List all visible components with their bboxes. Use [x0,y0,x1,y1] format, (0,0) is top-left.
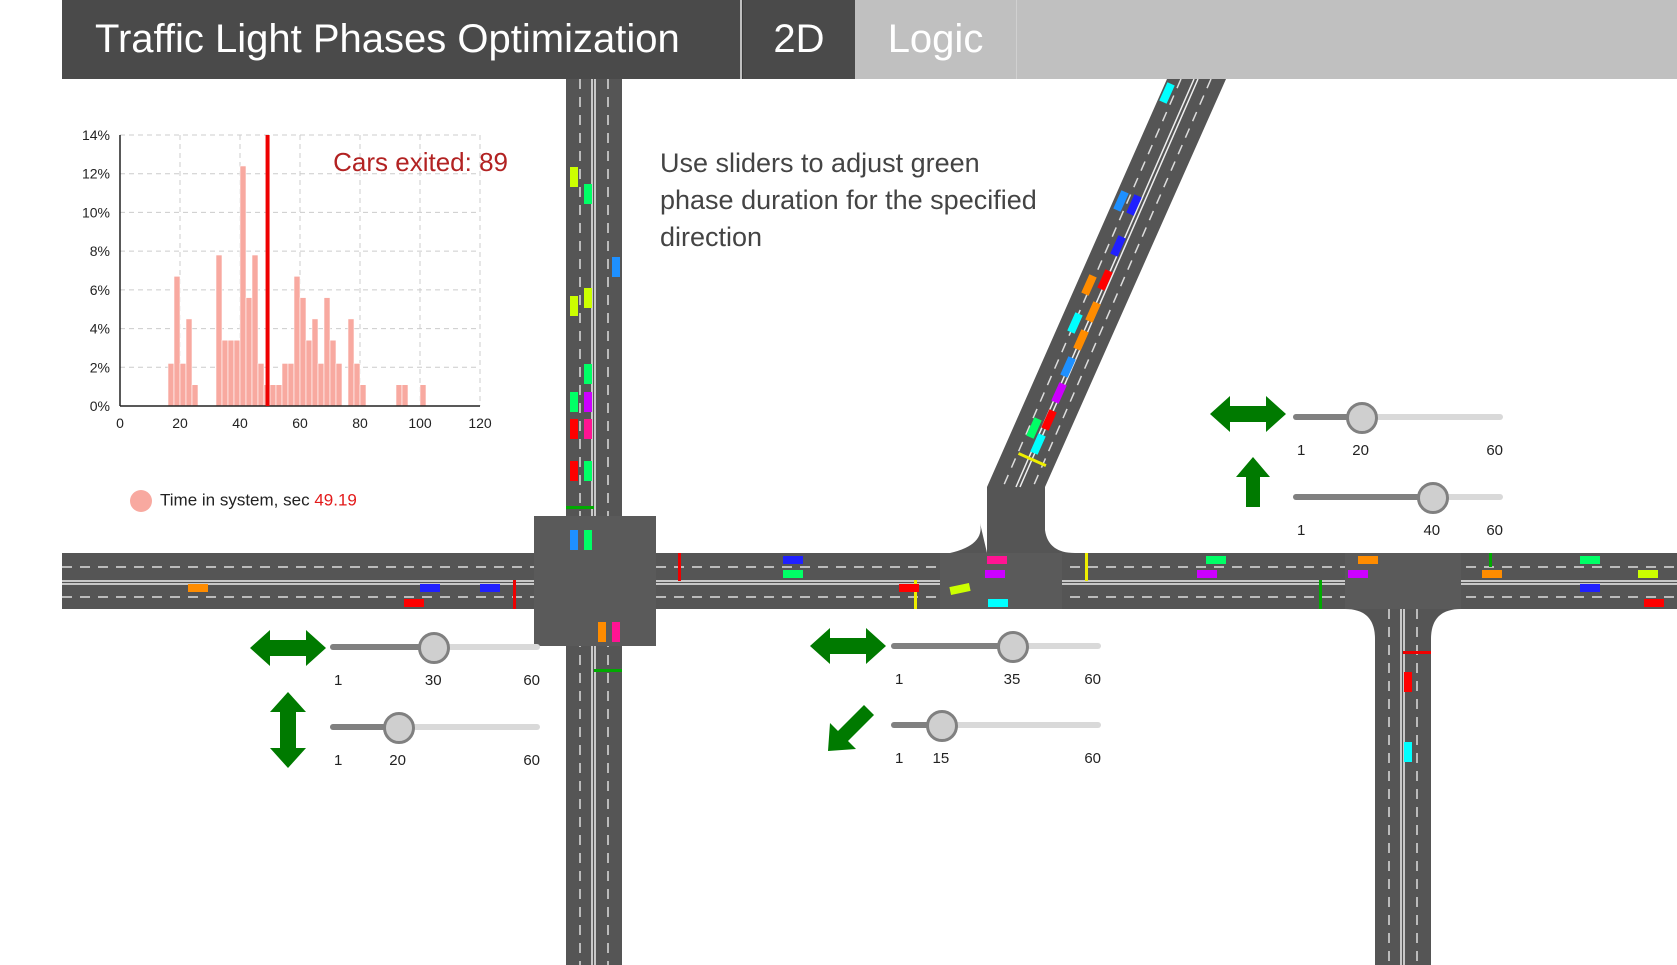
histogram-bar [317,363,325,407]
y-tick-label: 12% [82,166,110,182]
y-tick-label: 0% [90,398,110,414]
x-tick-label: 20 [172,415,188,431]
middle-horizontal-phase-slider[interactable]: 1 35 60 [891,631,1101,693]
y-tick-label: 14% [82,127,110,143]
slider-value-label: 35 [1003,671,1021,688]
histogram-bar [233,339,241,407]
slider-value-label: 40 [1423,522,1441,539]
chart-legend: Time in system, sec 49.19 [130,490,357,512]
legend-value: 49.19 [314,490,357,510]
middle-diagonal-phase-slider[interactable]: 1 15 60 [891,710,1101,772]
instructions-text: Use sliders to adjust green phase durati… [660,148,1037,252]
slider-value-label: 15 [932,750,950,767]
slider-fill [891,643,1013,649]
slider-min-label: 1 [1297,522,1306,539]
histogram-bar [269,384,277,407]
y-tick-label: 6% [90,282,110,298]
x-tick-label: 40 [232,415,248,431]
slider-thumb[interactable] [997,631,1030,663]
slider-value-label: 30 [424,672,442,689]
histogram-bar [323,297,331,407]
histogram-bar [251,254,259,407]
right-vertical-road [1375,609,1431,965]
histogram-bar [275,384,283,407]
left-horizontal-phase-slider[interactable]: 1 30 60 [330,632,540,694]
histogram-bar [167,363,175,407]
histogram-bar [173,276,181,407]
histogram-bar [245,297,253,407]
y-tick-label: 4% [90,321,110,337]
slider-thumb[interactable] [1345,402,1378,434]
histogram-bar [329,339,337,407]
slider-thumb[interactable] [1416,482,1449,514]
histogram-bar [335,363,343,407]
slider-min-label: 1 [334,752,343,769]
slider-thumb[interactable] [418,632,451,664]
legend-label: Time in system, sec [160,490,310,510]
histogram-bar [305,339,313,407]
histogram-bar [299,297,307,407]
slider-min-label: 1 [1297,442,1306,459]
slider-thumb[interactable] [382,712,415,744]
time-in-system-histogram: 0% 2% 4% 6% 8% 10% 12% 14% 0 20 40 60 80 100 120 Cars … [82,127,508,431]
histogram-bar [293,276,301,407]
right-up-phase-slider[interactable]: 1 40 60 [1293,482,1503,544]
slider-max-label: 60 [523,672,540,689]
histogram-bar [185,318,193,407]
chart-bars [167,165,427,407]
horizontal-double-arrow-icon [1210,396,1286,432]
x-tick-label: 120 [468,415,492,431]
slider-min-label: 1 [895,750,904,767]
down-left-arrow-icon [828,705,874,751]
histogram-bar [215,254,223,407]
histogram-bar [401,384,409,407]
slider-thumb[interactable] [925,710,958,742]
histogram-bar [353,363,361,407]
legend-swatch [130,490,152,512]
histogram-bar [281,363,289,407]
histogram-bar [257,363,265,407]
histogram-bar [287,363,295,407]
slider-value-label: 20 [389,752,406,769]
up-arrow-icon [1236,457,1270,507]
histogram-bar [311,318,319,407]
horizontal-double-arrow-icon [810,628,886,664]
x-tick-label: 60 [292,415,308,431]
histogram-bar [227,339,235,407]
histogram-bar [347,318,355,407]
x-tick-label: 100 [408,415,432,431]
x-tick-label: 80 [352,415,368,431]
slider-max-label: 60 [1486,442,1503,459]
slider-value-label: 20 [1352,442,1369,459]
histogram-bar [239,165,247,407]
horizontal-double-arrow-icon [250,630,326,666]
slider-min-label: 1 [895,671,904,688]
slider-max-label: 60 [1084,750,1101,767]
histogram-bar [179,363,187,407]
y-tick-label: 2% [90,359,110,375]
right-horizontal-phase-slider[interactable]: 1 20 60 [1293,402,1503,464]
cars-exited-label: Cars exited: 89 [333,147,508,177]
histogram-bar [419,384,427,407]
x-tick-label: 0 [116,415,124,431]
histogram-bar [191,384,199,407]
y-tick-label: 8% [90,243,110,259]
slider-max-label: 60 [1486,522,1503,539]
slider-max-label: 60 [1084,671,1101,688]
histogram-bar [359,384,367,407]
histogram-bar [395,384,403,407]
slider-max-label: 60 [523,752,540,769]
left-vertical-phase-slider[interactable]: 1 20 60 [330,712,540,774]
vertical-double-arrow-icon [270,692,306,768]
histogram-bar [221,339,229,407]
slider-fill [1293,494,1432,500]
slider-min-label: 1 [334,672,343,689]
y-tick-label: 10% [82,204,110,220]
